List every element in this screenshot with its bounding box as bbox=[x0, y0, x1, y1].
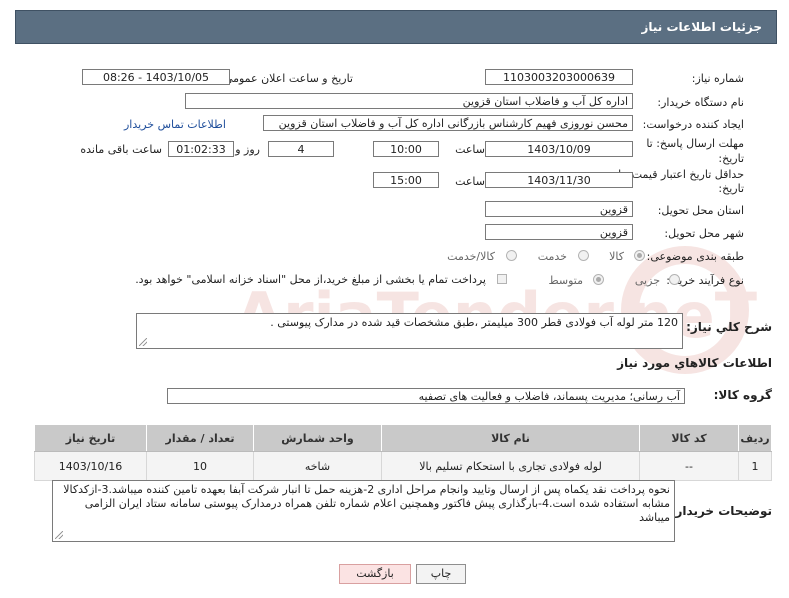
price-validity-label-date: تاریخ: bbox=[718, 182, 744, 195]
deadline-date-field: 1403/10/09 bbox=[485, 141, 633, 157]
remaining-days-field: 4 bbox=[268, 141, 334, 157]
back-button[interactable]: بازگشت bbox=[339, 564, 411, 584]
resize-grip-icon[interactable] bbox=[139, 338, 147, 346]
category-radio-goods-service[interactable] bbox=[506, 250, 517, 261]
category-radio-service[interactable] bbox=[578, 250, 589, 261]
resize-grip-icon[interactable] bbox=[55, 531, 63, 539]
city-label: شهر محل تحویل: bbox=[664, 227, 744, 240]
city-field: قزوین bbox=[485, 224, 633, 240]
buyer-contact-link[interactable]: اطلاعات تماس خریدار bbox=[124, 118, 226, 131]
remaining-days-label: روز و bbox=[235, 143, 260, 156]
announce-date-field: 1403/10/05 - 08:26 bbox=[82, 69, 230, 85]
category-radio-goods[interactable] bbox=[634, 250, 645, 261]
col-quantity: تعداد / مقدار bbox=[146, 424, 254, 452]
goods-section-title: اطلاعات کالاهاي مورد نياز bbox=[617, 356, 772, 370]
print-button[interactable]: چاپ bbox=[416, 564, 466, 584]
remaining-time-field: 01:02:33 bbox=[168, 141, 234, 157]
goods-table: ردیف کد کالا نام کالا واحد شمارش تعداد /… bbox=[34, 424, 772, 481]
remaining-time-label: ساعت باقی مانده bbox=[80, 143, 162, 156]
goods-table-header: ردیف کد کالا نام کالا واحد شمارش تعداد /… bbox=[34, 424, 772, 452]
cell-unit: شاخه bbox=[253, 451, 382, 481]
price-validity-time-label: ساعت bbox=[455, 175, 485, 188]
col-name: نام کالا bbox=[381, 424, 640, 452]
col-need-date: تاریخ نیاز bbox=[34, 424, 147, 452]
goods-group-label: گروه کالا: bbox=[713, 388, 772, 402]
page-header: جزئیات اطلاعات نیاز bbox=[15, 10, 777, 44]
deadline-time-label: ساعت bbox=[455, 143, 485, 156]
buyer-notes-text: نحوه پرداخت نقد یکماه پس از ارسال وتایید… bbox=[63, 483, 670, 524]
province-field: قزوین bbox=[485, 201, 633, 217]
deadline-label: مهلت ارسال پاسخ: تا bbox=[646, 137, 744, 150]
need-number-label: شماره نیاز: bbox=[691, 72, 744, 85]
general-description-box: 120 متر لوله آب فولادی قطر 300 میلیمتر ،… bbox=[136, 313, 683, 349]
deadline-label-date: تاریخ: bbox=[718, 152, 744, 165]
deadline-time-field: 10:00 bbox=[373, 141, 439, 157]
treasury-payment-note: پرداخت تمام یا بخشی از مبلغ خرید،از محل … bbox=[135, 273, 486, 286]
category-option-goods-service: کالا/خدمت bbox=[447, 250, 495, 263]
announce-date-label: تاریخ و ساعت اعلان عمومی: bbox=[220, 72, 353, 85]
process-option-medium: متوسط bbox=[548, 274, 583, 287]
buyer-notes-label: توضیحات خریدار: bbox=[670, 504, 772, 518]
col-code: کد کالا bbox=[639, 424, 739, 452]
process-option-minor: جزیی bbox=[634, 274, 660, 287]
process-radio-minor[interactable] bbox=[669, 274, 680, 285]
buyer-notes-box: نحوه پرداخت نقد یکماه پس از ارسال وتایید… bbox=[52, 480, 675, 542]
price-validity-label: حداقل تاریخ اعتبار قیمت: تا bbox=[618, 168, 744, 181]
price-validity-time-field: 15:00 bbox=[373, 172, 439, 188]
province-label: استان محل تحویل: bbox=[657, 204, 744, 217]
price-validity-date-field: 1403/11/30 bbox=[485, 172, 633, 188]
buyer-org-label: نام دستگاه خریدار: bbox=[657, 96, 744, 109]
process-radio-medium[interactable] bbox=[593, 274, 604, 285]
col-unit: واحد شمارش bbox=[253, 424, 382, 452]
treasury-payment-checkbox[interactable] bbox=[497, 274, 507, 284]
cell-name: لوله فولادی تجاری با استحکام تسلیم بالا bbox=[381, 451, 640, 481]
goods-group-field: آب رسانی؛ مدیریت پسماند، فاضلاب و فعالیت… bbox=[167, 388, 685, 404]
cell-code: -- bbox=[639, 451, 739, 481]
cell-row: 1 bbox=[738, 451, 772, 481]
cell-quantity: 10 bbox=[146, 451, 254, 481]
category-label: طبقه بندی موضوعی: bbox=[646, 250, 744, 263]
creator-label: ایجاد کننده درخواست: bbox=[642, 118, 744, 131]
category-option-goods: کالا bbox=[609, 250, 624, 263]
page-title: جزئیات اطلاعات نیاز bbox=[641, 20, 762, 34]
general-description-label: شرح کلي نياز: bbox=[686, 320, 772, 334]
creator-field: محسن نوروزی فهیم کارشناس بازرگانی اداره … bbox=[263, 115, 633, 131]
table-row: 1 -- لوله فولادی تجاری با استحکام تسلیم … bbox=[34, 451, 772, 481]
col-row: ردیف bbox=[738, 424, 772, 452]
cell-need-date: 1403/10/16 bbox=[34, 451, 147, 481]
need-number-field: 1103003203000639 bbox=[485, 69, 633, 85]
general-description-text: 120 متر لوله آب فولادی قطر 300 میلیمتر ،… bbox=[270, 316, 678, 329]
category-option-service: خدمت bbox=[537, 250, 567, 263]
buyer-org-field: اداره کل آب و فاضلاب استان قزوین bbox=[185, 93, 633, 109]
